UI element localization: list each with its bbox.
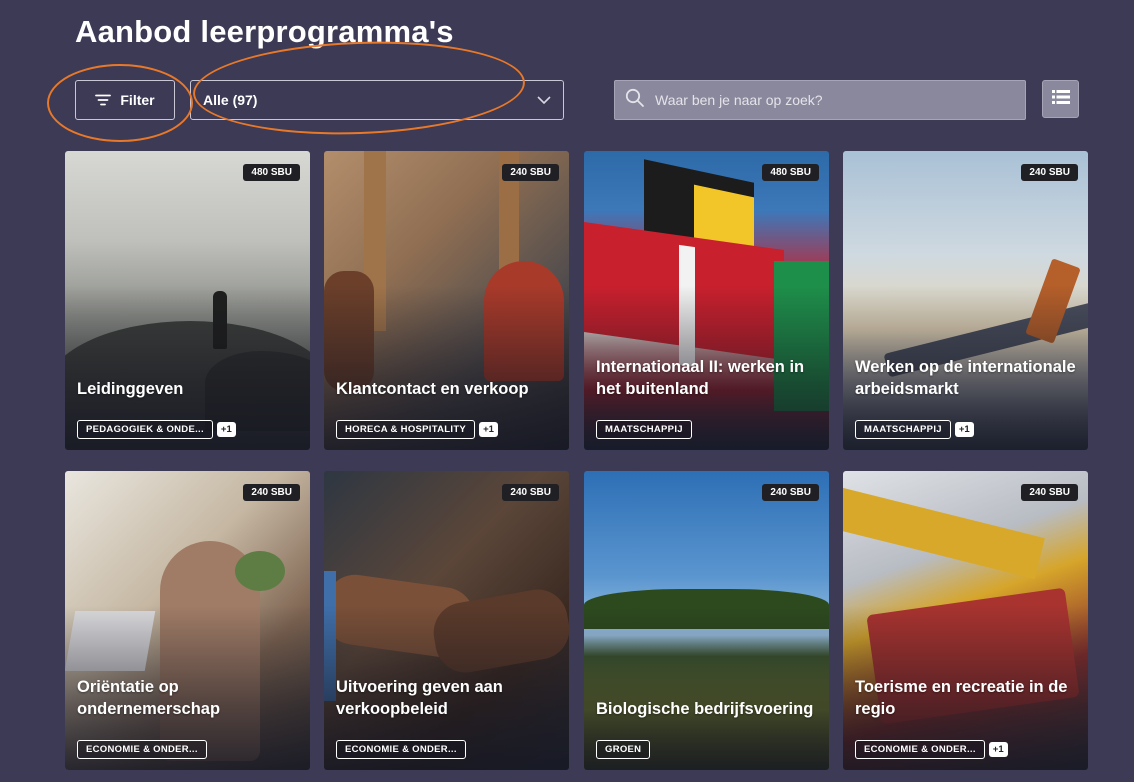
program-card[interactable]: 240 SBU Uitvoering geven aan verkoopbele… xyxy=(324,471,569,770)
category-tag: ECONOMIE & ONDER... xyxy=(855,740,985,759)
card-title: Werken op de internationale arbeidsmarkt xyxy=(855,358,1076,398)
category-tag: HORECA & HOSPITALITY xyxy=(336,420,476,439)
category-tag: ECONOMIE & ONDER... xyxy=(77,740,207,759)
sbu-badge: 480 SBU xyxy=(243,164,300,181)
list-view-button[interactable] xyxy=(1042,80,1079,118)
sbu-badge: 480 SBU xyxy=(762,164,819,181)
program-card[interactable]: 240 SBU Klantcontact en verkoop HORECA &… xyxy=(324,151,569,450)
card-title: Uitvoering geven aan verkoopbeleid xyxy=(336,678,503,718)
program-card[interactable]: 240 SBU Werken op de internationale arbe… xyxy=(843,151,1088,450)
card-title: Klantcontact en verkoop xyxy=(336,380,529,398)
category-select-value: Alle (97) xyxy=(203,92,258,108)
card-title: Oriëntatie op ondernemerschap xyxy=(77,678,221,718)
list-view-icon xyxy=(1051,89,1070,109)
page-title: Aanbod leerprogramma's xyxy=(75,14,454,49)
sbu-badge: 240 SBU xyxy=(502,164,559,181)
chevron-down-icon xyxy=(537,96,551,104)
program-card[interactable]: 240 SBU Toerisme en recreatie in de regi… xyxy=(843,471,1088,770)
category-tag: ECONOMIE & ONDER... xyxy=(336,740,466,759)
category-tag: MAATSCHAPPIJ xyxy=(855,420,951,439)
sbu-badge: 240 SBU xyxy=(762,484,819,501)
sbu-badge: 240 SBU xyxy=(243,484,300,501)
more-tags-badge: +1 xyxy=(954,422,974,437)
card-title: Biologische bedrijfsvoering xyxy=(596,700,814,718)
sbu-badge: 240 SBU xyxy=(1021,164,1078,181)
filter-button[interactable]: Filter xyxy=(75,80,175,120)
search-field[interactable] xyxy=(614,80,1026,120)
sbu-badge: 240 SBU xyxy=(502,484,559,501)
sbu-badge: 240 SBU xyxy=(1021,484,1078,501)
more-tags-badge: +1 xyxy=(216,422,236,437)
program-card[interactable]: 480 SBU Internationaal II: werken in het… xyxy=(584,151,829,450)
category-select[interactable]: Alle (97) xyxy=(190,80,564,120)
card-title: Leidinggeven xyxy=(77,380,184,398)
category-tag: PEDAGOGIEK & ONDE... xyxy=(77,420,213,439)
program-card[interactable]: 240 SBU Biologische bedrijfsvoering GROE… xyxy=(584,471,829,770)
search-input[interactable] xyxy=(655,92,1015,108)
more-tags-badge: +1 xyxy=(479,422,498,437)
program-card[interactable]: 240 SBU Oriëntatie op ondernemerschap EC… xyxy=(65,471,310,770)
search-icon xyxy=(625,88,645,113)
more-tags-badge: +1 xyxy=(988,742,1008,757)
card-title: Internationaal II: werken in het buitenl… xyxy=(596,358,805,398)
program-card[interactable]: 480 SBU Leidinggeven PEDAGOGIEK & ONDE..… xyxy=(65,151,310,450)
filter-button-label: Filter xyxy=(120,92,155,108)
category-tag: MAATSCHAPPIJ xyxy=(596,420,692,439)
filter-lines-icon xyxy=(95,94,112,106)
card-title: Toerisme en recreatie in de regio xyxy=(855,678,1068,718)
category-tag: GROEN xyxy=(596,740,651,759)
